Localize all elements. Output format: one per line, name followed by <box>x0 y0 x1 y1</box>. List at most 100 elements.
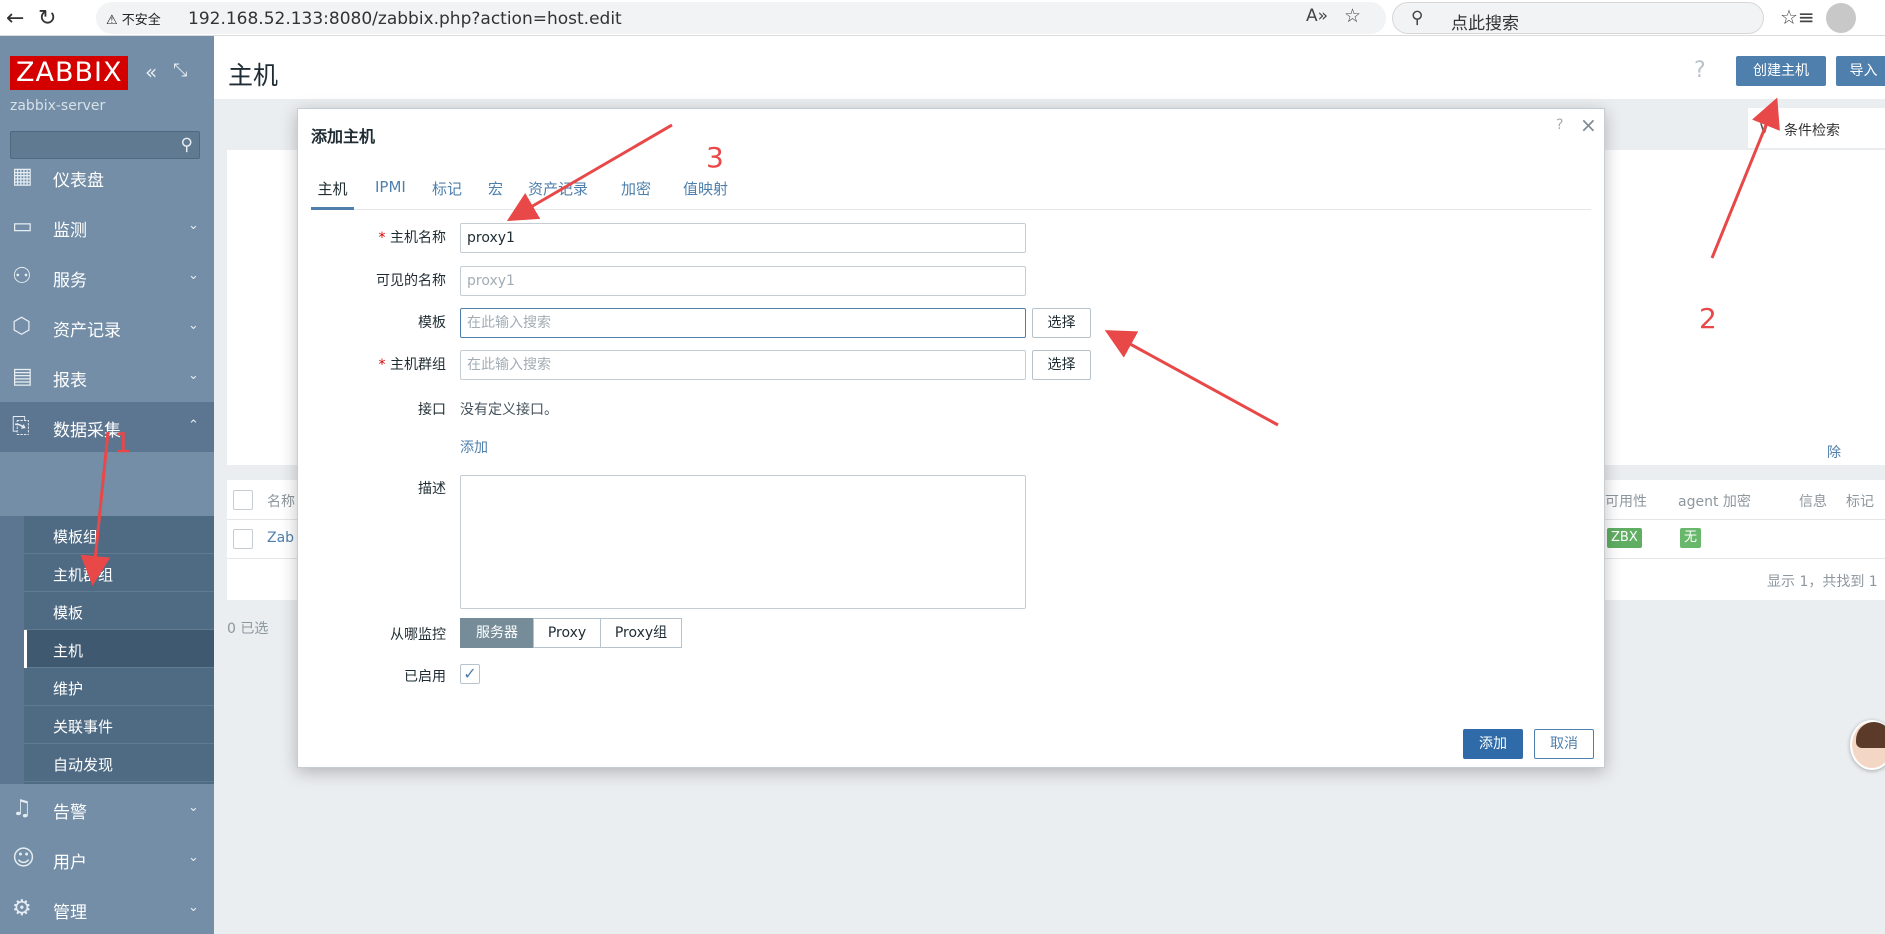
add-button[interactable]: 添加 <box>1463 729 1523 759</box>
delete-link[interactable]: 除 <box>1827 442 1841 462</box>
submenu-maintenance[interactable]: 维护 <box>24 668 214 706</box>
zabbix-logo[interactable]: ZABBIX <box>10 56 129 90</box>
create-host-button[interactable]: 创建主机 <box>1736 56 1826 86</box>
close-icon[interactable]: × <box>1580 113 1597 137</box>
filter-tab[interactable]: ⊽ 条件检索 <box>1748 108 1885 148</box>
submenu-stripe <box>0 516 24 784</box>
tab-tags[interactable]: 标记 <box>432 178 462 210</box>
no-interfaces-text: 没有定义接口。 <box>460 402 558 418</box>
templates-label: 模板 <box>418 315 446 331</box>
submenu-host-groups[interactable]: 主机群组 <box>24 554 214 592</box>
menu-label: 管理 <box>53 903 87 923</box>
favorites-icon[interactable]: ☆≡ <box>1780 5 1815 29</box>
row-checkbox[interactable] <box>233 529 253 549</box>
tab-inventory[interactable]: 资产记录 <box>528 178 588 210</box>
collapse-sidebar-icon[interactable]: « <box>145 60 157 84</box>
host-name-input[interactable]: proxy1 <box>460 223 1026 253</box>
chevron-down-icon: ⌄ <box>188 850 199 865</box>
chevron-down-icon: ⌄ <box>188 318 199 333</box>
tab-host[interactable]: 主机 <box>311 178 354 210</box>
add-host-dialog: 添加主机 ? × 主机 IPMI 标记 宏 资产记录 加密 值映射 * 主机名称… <box>297 108 1605 768</box>
menu-data-collection[interactable]: ⎘ 数据采集 ⌃ <box>0 402 214 452</box>
col-tags: 标记 <box>1846 494 1874 510</box>
menu-label: 报表 <box>53 371 87 391</box>
inventory-icon: ⬡ <box>12 314 32 339</box>
menu-dashboard[interactable]: ▦ 仪表盘 <box>0 152 214 202</box>
select-all-checkbox[interactable] <box>233 490 253 510</box>
templates-select-button[interactable]: 选择 <box>1032 308 1091 338</box>
add-interface-link[interactable]: 添加 <box>460 437 488 457</box>
page-header: 主机 ? 创建主机 导入 <box>214 36 1885 99</box>
menu-services[interactable]: ⚇ 服务 ⌄ <box>0 252 214 302</box>
menu-inventory[interactable]: ⬡ 资产记录 ⌄ <box>0 302 214 352</box>
zbx-availability-badge[interactable]: ZBX <box>1607 528 1642 548</box>
monitored-by-proxy-group[interactable]: Proxy组 <box>600 618 682 648</box>
browser-search[interactable]: ⚲ 点此搜索 <box>1392 2 1764 34</box>
submenu-hosts[interactable]: 主机 <box>24 630 214 668</box>
menu-monitoring[interactable]: ▭ 监测 ⌄ <box>0 202 214 252</box>
menu-users[interactable]: ☺ 用户 ⌄ <box>0 834 214 884</box>
submenu-label: 自动发现 <box>53 756 114 774</box>
col-name[interactable]: 名称 <box>267 491 295 511</box>
monitored-by-server[interactable]: 服务器 <box>460 618 534 648</box>
templates-input[interactable]: 在此输入搜索 <box>460 308 1026 338</box>
tab-encryption[interactable]: 加密 <box>621 178 651 210</box>
menu-label: 数据采集 <box>53 421 121 441</box>
menu-label: 资产记录 <box>53 321 121 341</box>
menu-alerts[interactable]: ♫ 告警 ⌄ <box>0 784 214 834</box>
submenu-templates[interactable]: 模板 <box>24 592 214 630</box>
tab-value-mapping[interactable]: 值映射 <box>683 178 728 210</box>
help-icon[interactable]: ? <box>1556 117 1563 133</box>
encryption-badge: 无 <box>1680 528 1702 548</box>
submenu-label: 模板 <box>53 604 84 622</box>
address-bar[interactable]: ⚠ 不安全 192.168.52.133:8080/zabbix.php?act… <box>96 2 1386 34</box>
menu-label: 监测 <box>53 221 87 241</box>
menu-label: 告警 <box>53 803 87 823</box>
host-name-label: * 主机名称 <box>378 230 446 246</box>
kiosk-mode-icon[interactable]: ⤡ <box>173 60 187 81</box>
menu-support[interactable]: ◌ 支持 <box>0 922 214 934</box>
favorite-star-icon[interactable]: ☆ <box>1344 5 1361 27</box>
import-button[interactable]: 导入 <box>1836 56 1885 86</box>
tab-ipmi[interactable]: IPMI <box>375 178 406 210</box>
annotation-number-3: 3 <box>706 141 724 174</box>
page-title: 主机 <box>228 61 279 90</box>
description-label: 描述 <box>418 481 446 497</box>
tab-macros[interactable]: 宏 <box>488 178 503 210</box>
submenu-label: 维护 <box>53 680 84 698</box>
host-groups-input[interactable]: 在此输入搜索 <box>460 350 1026 380</box>
url-text[interactable]: 192.168.52.133:8080/zabbix.php?action=ho… <box>188 9 622 29</box>
col-info: 信息 <box>1799 494 1827 510</box>
read-aloud-icon[interactable]: A» <box>1306 6 1328 26</box>
annotation-number-2: 2 <box>1699 302 1717 335</box>
submenu-event-correlation[interactable]: 关联事件 <box>24 706 214 744</box>
chevron-down-icon: ⌄ <box>188 368 199 383</box>
assistant-avatar[interactable] <box>1850 720 1885 770</box>
browser-search-placeholder: 点此搜索 <box>1451 14 1519 34</box>
enabled-checkbox[interactable]: ✓ <box>460 664 480 684</box>
chevron-down-icon: ⌄ <box>188 900 199 915</box>
row-host-link[interactable]: Zab <box>267 530 294 546</box>
filter-icon: ⊽ <box>1758 118 1771 138</box>
help-icon[interactable]: ? <box>1694 58 1706 83</box>
submenu-discovery[interactable]: 自动发现 <box>24 744 214 782</box>
back-icon[interactable]: ← <box>6 6 24 31</box>
menu-reports[interactable]: ▤ 报表 ⌄ <box>0 352 214 402</box>
insecure-warning[interactable]: ⚠ 不安全 <box>106 9 161 28</box>
chevron-down-icon: ⌄ <box>188 218 199 233</box>
visible-name-input[interactable]: proxy1 <box>460 266 1026 296</box>
submenu-label: 模板组 <box>53 528 99 546</box>
profile-avatar[interactable] <box>1826 3 1856 33</box>
bell-icon: ♫ <box>12 796 32 821</box>
host-groups-select-button[interactable]: 选择 <box>1032 350 1091 380</box>
cancel-button[interactable]: 取消 <box>1534 729 1594 759</box>
col-availability: 可用性 <box>1605 494 1647 510</box>
submenu-template-groups[interactable]: 模板组 <box>24 516 214 554</box>
browser-toolbar: ← ↻ ⚠ 不安全 192.168.52.133:8080/zabbix.php… <box>0 0 1885 36</box>
description-textarea[interactable] <box>460 475 1026 609</box>
reload-icon[interactable]: ↻ <box>38 6 56 31</box>
monitored-by-proxy[interactable]: Proxy <box>533 618 601 648</box>
annotation-number-1: 1 <box>114 426 132 459</box>
dashboard-icon: ▦ <box>12 164 33 189</box>
gear-icon: ⚙ <box>12 896 32 921</box>
